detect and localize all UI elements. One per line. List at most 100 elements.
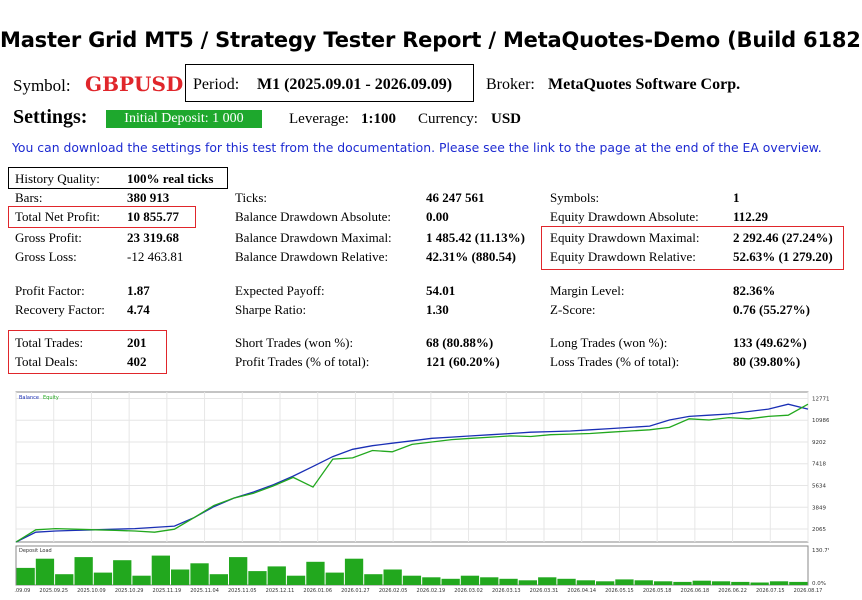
gross-loss-label: Gross Loss: bbox=[15, 249, 77, 264]
sharpe-ratio-value: 1.30 bbox=[426, 302, 449, 317]
deposit-load-bar bbox=[789, 581, 808, 585]
margin-level-value: 82.36% bbox=[733, 283, 776, 298]
gross-profit-label: Gross Profit: bbox=[15, 230, 82, 245]
y-tick-label: 5634 bbox=[812, 483, 826, 489]
deposit-load-bar bbox=[306, 561, 325, 586]
deposit-load-bar bbox=[576, 580, 595, 585]
bars-label: Bars: bbox=[15, 190, 43, 205]
x-tick-label: 2026.03.02 bbox=[454, 588, 483, 594]
history-quality-label: History Quality: bbox=[15, 171, 100, 186]
balance-dd-abs-value: 0.00 bbox=[426, 209, 449, 224]
x-tick-label: 2026.04.14 bbox=[567, 588, 596, 594]
deposit-load-bar bbox=[769, 581, 789, 585]
deposit-load-bar bbox=[518, 580, 537, 585]
long-trades-value: 133 (49.62%) bbox=[733, 335, 807, 350]
x-tick-label: 2026.05.18 bbox=[643, 588, 672, 594]
x-tick-label: 2026.05.15 bbox=[605, 588, 634, 594]
deposit-load-bar bbox=[151, 555, 170, 585]
expected-payoff-value: 54.01 bbox=[426, 283, 456, 298]
deposit-load-bar bbox=[480, 577, 499, 586]
gross-profit-value: 23 319.68 bbox=[127, 230, 179, 245]
short-trades-value: 68 (80.88%) bbox=[426, 335, 494, 350]
total-deals-label: Total Deals: bbox=[15, 354, 78, 369]
equity-dd-rel-value: 52.63% (1 279.20) bbox=[733, 249, 833, 264]
net-profit-label: Total Net Profit: bbox=[15, 209, 101, 224]
broker-value: MetaQuotes Software Corp. bbox=[548, 76, 741, 93]
deposit-load-bar bbox=[113, 560, 132, 585]
settings-info-link[interactable]: You can download the settings for this t… bbox=[12, 140, 822, 155]
x-tick-label: 2026.03.31 bbox=[530, 588, 559, 594]
deposit-load-bar bbox=[267, 566, 286, 585]
y-tick-label: 10986 bbox=[812, 418, 829, 424]
deposit-load-bar bbox=[422, 577, 441, 586]
deposit-load-bar bbox=[93, 572, 113, 585]
legend-balance: Balance bbox=[19, 395, 39, 401]
total-deals-value: 402 bbox=[127, 354, 147, 369]
profit-trades-label: Profit Trades (% of total): bbox=[235, 354, 370, 369]
deposit-load-bar bbox=[692, 580, 711, 585]
deposit-load-tick-max: 130.7% bbox=[812, 548, 829, 554]
deposit-load-tick-min: 0.0% bbox=[812, 581, 826, 587]
balance-dd-max-label: Balance Drawdown Maximal: bbox=[235, 230, 392, 245]
y-tick-label: 12771 bbox=[812, 396, 829, 402]
initial-deposit-badge: Initial Deposit: 1 000 bbox=[106, 110, 262, 128]
z-score-value: 0.76 (55.27%) bbox=[733, 302, 810, 317]
legend-equity: Equity bbox=[43, 395, 59, 401]
x-tick-label: 2025.09.09 bbox=[14, 588, 30, 594]
long-trades-label: Long Trades (won %): bbox=[550, 335, 668, 350]
period-label: Period: bbox=[193, 76, 240, 93]
deposit-load-bar bbox=[615, 579, 634, 585]
deposit-load-bar bbox=[460, 575, 480, 585]
deposit-load-bar bbox=[383, 569, 402, 585]
x-tick-label: 2025.11.04 bbox=[190, 588, 219, 594]
history-quality-value: 100% real ticks bbox=[127, 171, 214, 186]
x-tick-label: 2026.06.22 bbox=[718, 588, 747, 594]
deposit-load-bar bbox=[229, 557, 248, 585]
deposit-load-bar bbox=[402, 575, 422, 585]
loss-trades-value: 80 (39.80%) bbox=[733, 354, 801, 369]
ticks-label: Ticks: bbox=[235, 190, 268, 205]
currency-label: Currency: bbox=[418, 111, 478, 127]
report-title: Master Grid MT5 / Strategy Tester Report… bbox=[0, 28, 862, 52]
x-tick-label: 2025.12.11 bbox=[266, 588, 295, 594]
x-tick-label: 2025.10.29 bbox=[115, 588, 144, 594]
deposit-load-bar bbox=[190, 563, 209, 585]
deposit-load-bar bbox=[750, 582, 769, 585]
equity-dd-max-label: Equity Drawdown Maximal: bbox=[550, 230, 700, 245]
balance-dd-rel-label: Balance Drawdown Relative: bbox=[235, 249, 389, 264]
currency-value: USD bbox=[491, 111, 522, 127]
net-profit-value: 10 855.77 bbox=[127, 209, 179, 224]
deposit-load-bar bbox=[325, 572, 344, 585]
deposit-load-bar bbox=[344, 558, 364, 585]
deposit-load-bar bbox=[364, 574, 383, 585]
chart-canvas: 12771 10986 9202 7418 5634 3849 2065 Balance Equ… bbox=[14, 391, 829, 594]
symbol-label: Symbol: bbox=[13, 76, 71, 95]
x-tick-label: 2025.09.25 bbox=[39, 588, 68, 594]
deposit-load-bar bbox=[74, 557, 93, 585]
deposit-load-bar bbox=[557, 578, 576, 585]
x-tick-label: 2026.08.17 bbox=[794, 588, 823, 594]
total-trades-label: Total Trades: bbox=[15, 335, 84, 350]
short-trades-label: Short Trades (won %): bbox=[235, 335, 354, 350]
leverage-label: Leverage: bbox=[289, 111, 349, 127]
symbol-value: GBPUSD bbox=[85, 72, 184, 96]
loss-trades-label: Loss Trades (% of total): bbox=[550, 354, 680, 369]
y-tick-label: 9202 bbox=[812, 440, 826, 446]
balance-equity-chart: 12771 10986 9202 7418 5634 3849 2065 Balance Equ… bbox=[14, 390, 829, 595]
deposit-load-bar bbox=[634, 580, 653, 585]
profit-trades-value: 121 (60.20%) bbox=[426, 354, 500, 369]
deposit-load-bar bbox=[35, 558, 55, 585]
deposit-load-bar bbox=[55, 574, 74, 585]
expected-payoff-label: Expected Payoff: bbox=[235, 283, 325, 298]
symbols-value: 1 bbox=[733, 190, 740, 205]
equity-dd-rel-label: Equity Drawdown Relative: bbox=[550, 249, 696, 264]
bars-value: 380 913 bbox=[127, 190, 170, 205]
profit-factor-value: 1.87 bbox=[127, 283, 150, 298]
deposit-load-bar bbox=[16, 567, 35, 585]
x-tick-label: 2026.02.19 bbox=[417, 588, 446, 594]
symbols-label: Symbols: bbox=[550, 190, 600, 205]
margin-level-label: Margin Level: bbox=[550, 283, 625, 298]
deposit-load-bar bbox=[673, 581, 692, 585]
balance-dd-rel-value: 42.31% (880.54) bbox=[426, 249, 516, 264]
x-tick-label: 2026.02.05 bbox=[379, 588, 408, 594]
